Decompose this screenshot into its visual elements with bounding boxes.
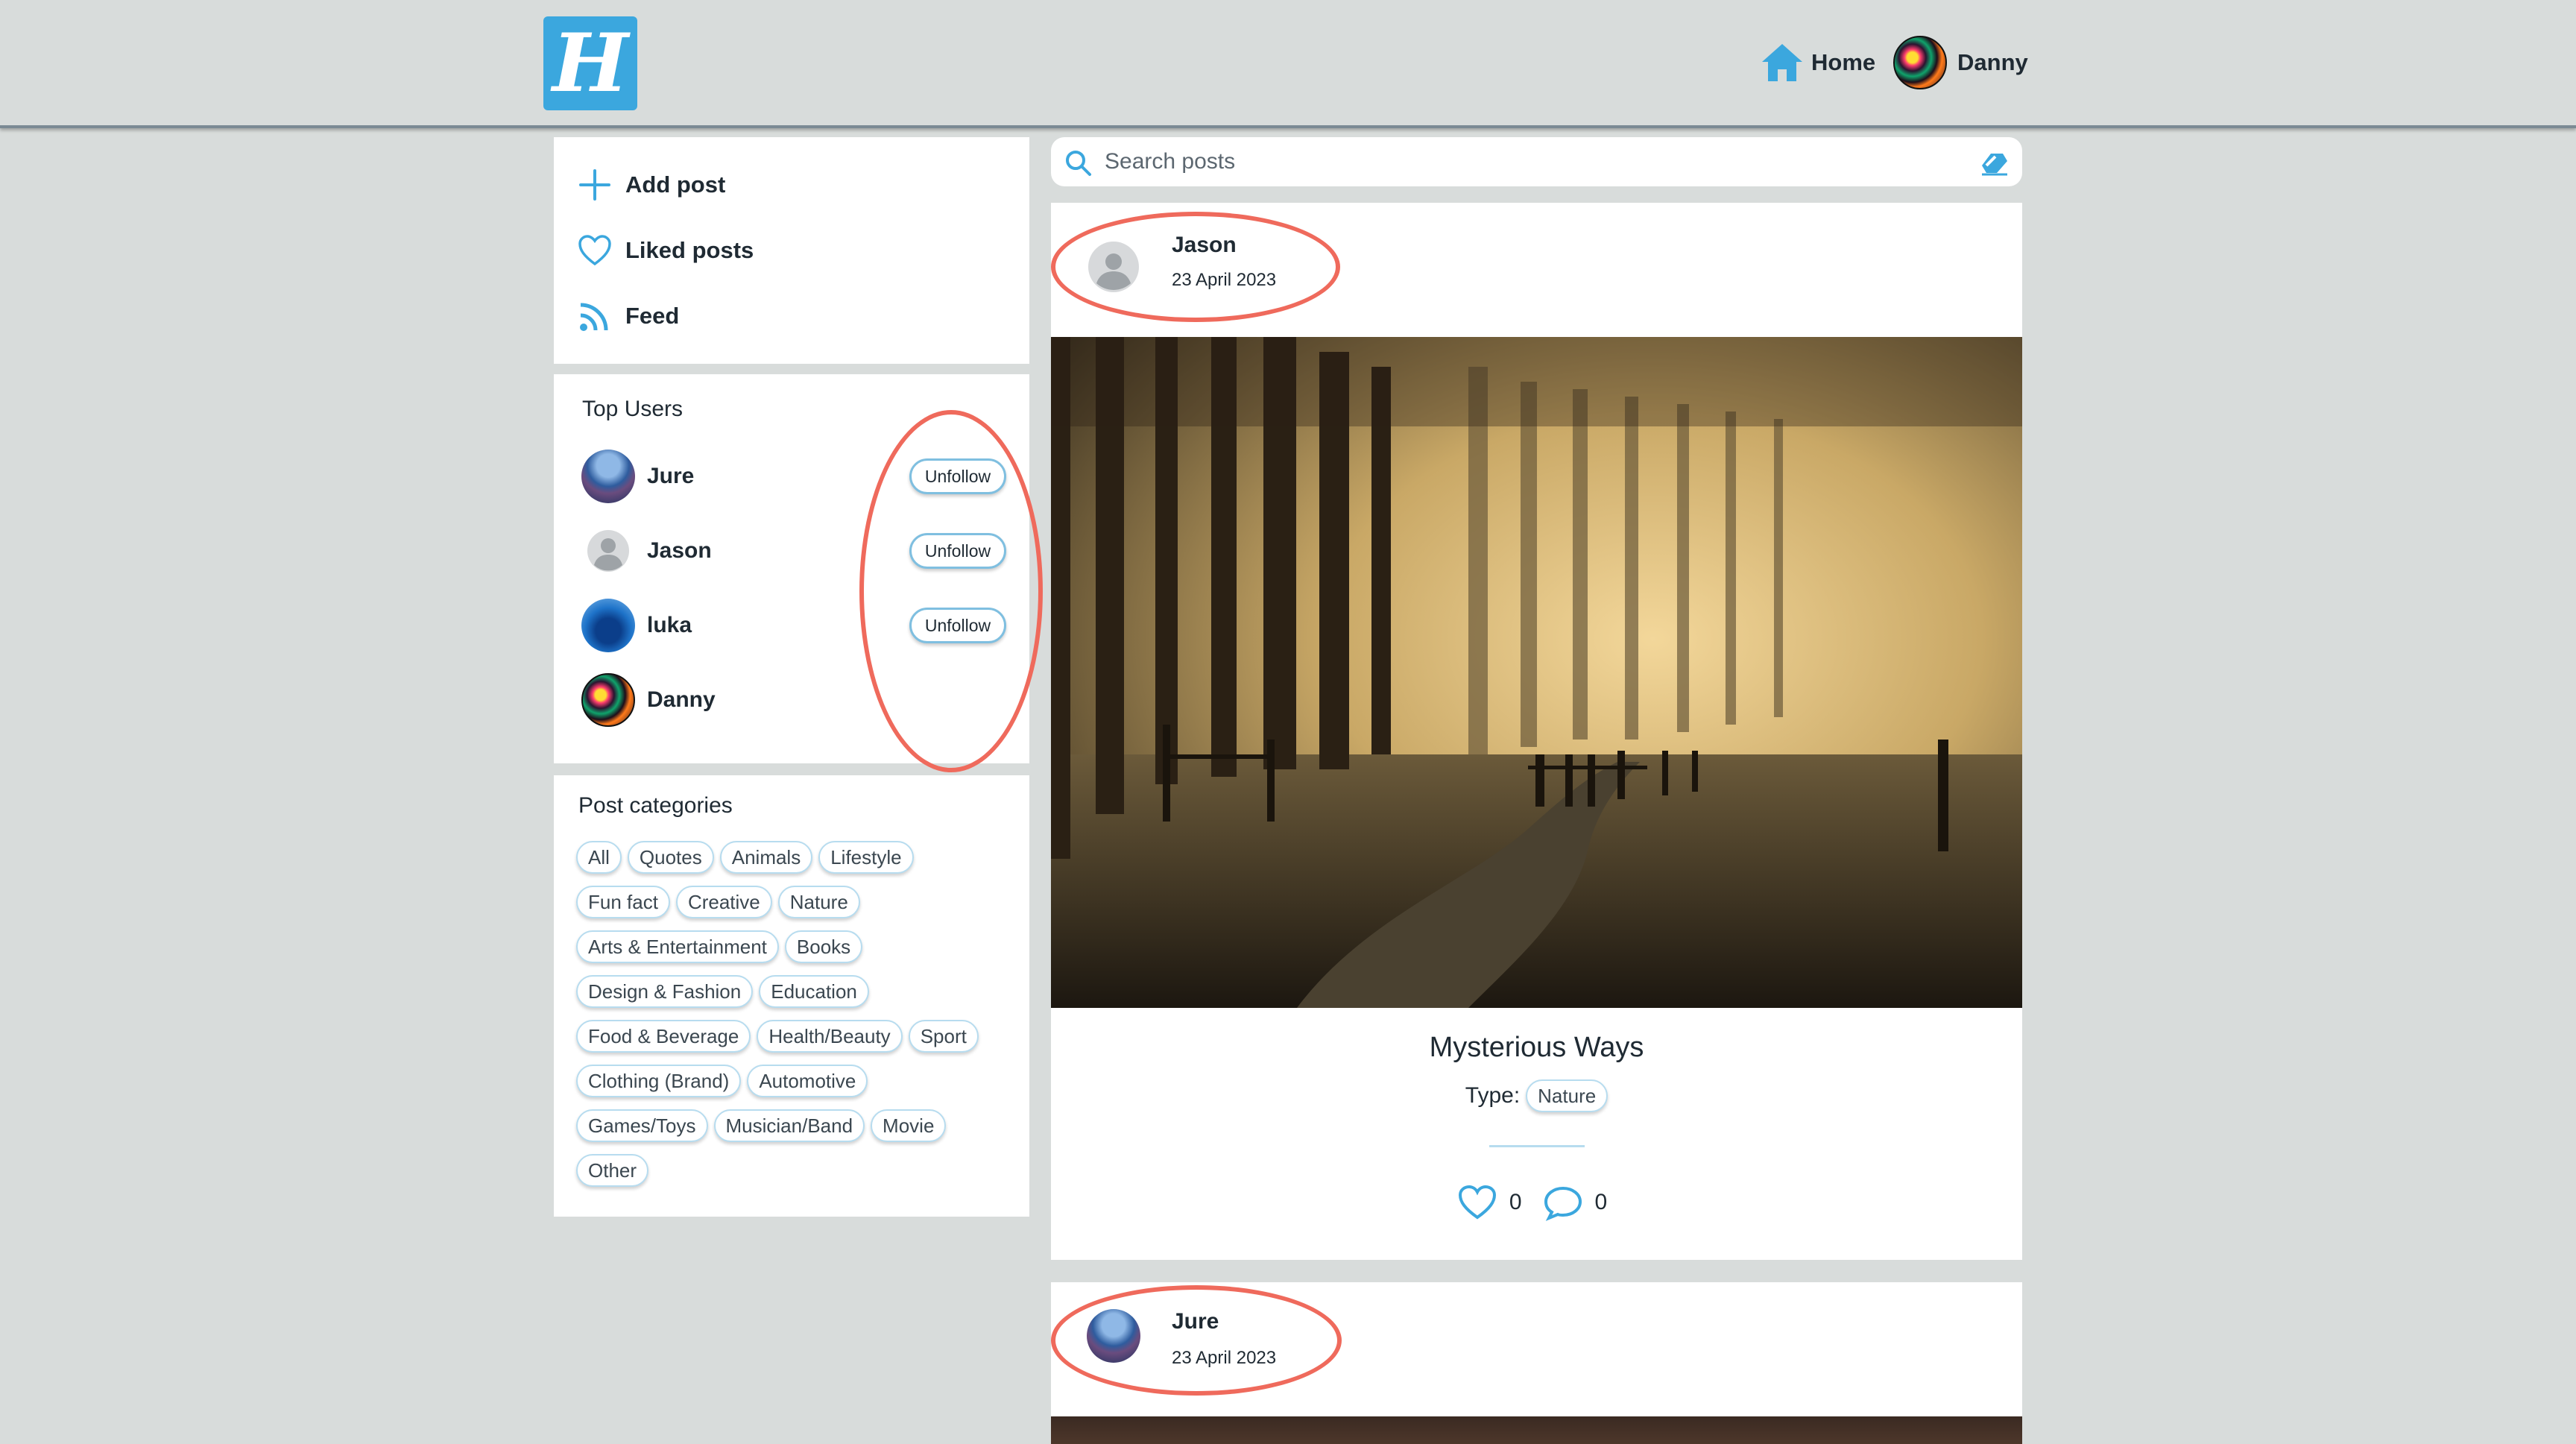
category-row: Design & Fashion Education (576, 975, 1016, 1008)
top-user-row: Jason Unfollow (581, 523, 1006, 578)
post-image[interactable] (1051, 1416, 2022, 1444)
avatar (1893, 36, 1947, 89)
user-name[interactable]: Danny (647, 687, 716, 713)
search-input[interactable] (1105, 143, 1954, 180)
search-bar (1051, 137, 2022, 186)
category-chip[interactable]: Lifestyle (818, 841, 914, 874)
post-title[interactable]: Mysterious Ways (1051, 1032, 2022, 1064)
category-chip[interactable]: Nature (777, 886, 860, 918)
category-chip[interactable]: Books (784, 930, 863, 963)
categories-title: Post categories (578, 793, 733, 818)
user-name[interactable]: luka (647, 613, 692, 638)
nav-user-profile[interactable]: Danny (1893, 36, 2028, 89)
logo-letter: H (552, 16, 629, 110)
rss-icon (580, 303, 608, 331)
post-category-chip[interactable]: Nature (1526, 1079, 1609, 1112)
liked-posts-label: Liked posts (625, 237, 754, 263)
category-row: Games/Toys Musician/Band Movie (576, 1109, 1016, 1142)
user-name[interactable]: Jason (647, 538, 712, 564)
category-row: Other (576, 1154, 1016, 1187)
avatar[interactable] (581, 524, 635, 578)
category-chip[interactable]: Food & Beverage (576, 1020, 751, 1053)
logo[interactable]: H (543, 16, 637, 110)
add-post-label: Add post (625, 171, 726, 198)
default-user-icon (587, 530, 629, 572)
top-user-row: Jure Unfollow (581, 449, 1006, 504)
category-chip[interactable]: Musician/Band (713, 1109, 865, 1142)
category-chip[interactable]: Games/Toys (576, 1109, 708, 1142)
unfollow-button[interactable]: Unfollow (909, 458, 1006, 494)
category-row: Fun fact Creative Nature (576, 886, 1016, 918)
comment-icon[interactable] (1543, 1184, 1583, 1221)
top-user-row: luka Unfollow (581, 598, 1006, 653)
category-row: Clothing (Brand) Automotive (576, 1065, 1016, 1097)
category-chip[interactable]: Quotes (627, 841, 714, 874)
post-date: 23 April 2023 (1172, 1348, 1277, 1368)
category-row: Food & Beverage Health/Beauty Sport (576, 1020, 1016, 1053)
avatar[interactable] (581, 450, 635, 503)
category-chip[interactable]: Automotive (747, 1065, 868, 1097)
avatar[interactable] (581, 599, 635, 652)
add-post-button[interactable]: Add post (578, 164, 725, 206)
post-card: Jure 23 April 2023 (1051, 1282, 2022, 1444)
post-type-label: Type: (1465, 1083, 1521, 1108)
avatar[interactable] (1087, 1309, 1140, 1363)
post-date: 23 April 2023 (1172, 270, 1277, 290)
nav-user-name: Danny (1957, 49, 2028, 75)
category-chip[interactable]: All (576, 841, 622, 874)
post-image[interactable] (1051, 337, 2022, 1008)
category-row: All Quotes Animals Lifestyle (576, 841, 1016, 874)
category-chip[interactable]: Movie (871, 1109, 947, 1142)
post-categories-card: Post categories All Quotes Animals Lifestyl… (554, 775, 1029, 1217)
divider (1489, 1145, 1585, 1147)
category-chip[interactable]: Other (576, 1154, 649, 1187)
post-type: Type: Nature (1051, 1079, 2022, 1112)
user-name[interactable]: Jure (647, 464, 694, 489)
post-header (1087, 237, 1140, 297)
post-author[interactable]: Jason (1172, 233, 1237, 258)
unfollow-button[interactable]: Unfollow (909, 608, 1006, 643)
search-icon (1066, 151, 1091, 176)
nav-home-label: Home (1811, 49, 1876, 75)
unfollow-button[interactable]: Unfollow (909, 533, 1006, 569)
avatar[interactable] (581, 673, 635, 727)
post-header (1087, 1306, 1140, 1366)
category-chip[interactable]: Arts & Entertainment (576, 930, 779, 963)
category-chip[interactable]: Design & Fashion (576, 975, 754, 1008)
top-user-row: Danny (581, 672, 1006, 728)
avatar[interactable] (1087, 240, 1140, 294)
post-actions: 0 0 (1051, 1184, 2022, 1221)
heart-icon (578, 235, 611, 266)
liked-posts-link[interactable]: Liked posts (578, 230, 754, 271)
top-navbar: H Home Danny (0, 0, 2576, 128)
home-icon (1762, 44, 1802, 81)
post-author[interactable]: Jure (1172, 1309, 1219, 1334)
category-chip[interactable]: Education (759, 975, 869, 1008)
category-chip[interactable]: Creative (675, 886, 772, 918)
category-chip[interactable]: Health/Beauty (757, 1020, 903, 1053)
category-chip[interactable]: Sport (908, 1020, 979, 1053)
comment-count: 0 (1594, 1190, 1608, 1214)
nav-home-link[interactable]: Home (1761, 40, 1875, 85)
like-count: 0 (1509, 1190, 1522, 1214)
plus-icon (579, 169, 610, 201)
default-user-icon (1088, 242, 1139, 292)
post-card: Jason 23 April 2023 Mysterious Ways Type… (1051, 203, 2022, 1260)
category-row: Arts & Entertainment Books (576, 930, 1016, 963)
like-heart-icon[interactable] (1457, 1184, 1497, 1221)
top-users-title: Top Users (582, 397, 684, 421)
category-chip[interactable]: Animals (719, 841, 813, 874)
top-users-card: Top Users Jure Unfollow Jason Unfollow l… (554, 374, 1029, 763)
feed-link[interactable]: Feed (578, 295, 679, 337)
category-chip[interactable]: Fun fact (576, 886, 670, 918)
category-chip[interactable]: Clothing (Brand) (576, 1065, 742, 1097)
category-chip-list: All Quotes Animals Lifestyle Fun fact Creativ… (576, 841, 1016, 1199)
eraser-icon[interactable] (1980, 149, 2009, 176)
feed-label: Feed (625, 303, 680, 329)
sidebar-menu-card: Add post Liked posts Feed (554, 137, 1029, 364)
